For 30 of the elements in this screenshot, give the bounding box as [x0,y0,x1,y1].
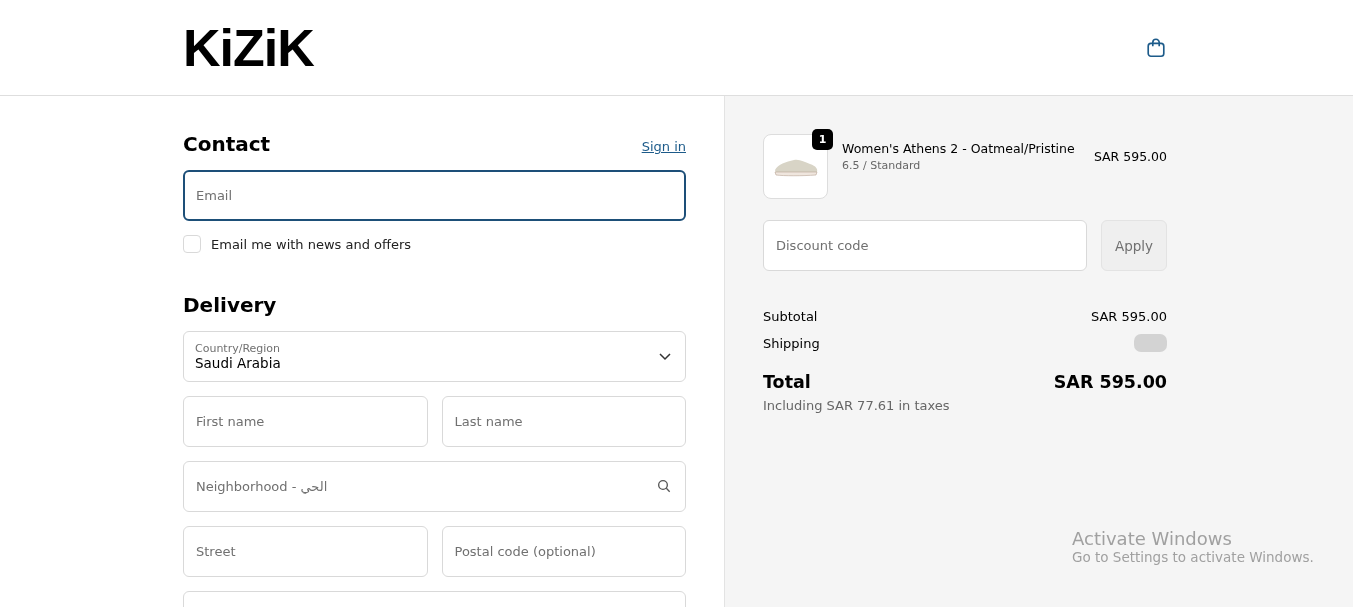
quantity-badge: 1 [812,129,833,150]
activation-title: Activate Windows [1072,528,1233,549]
sign-in-link[interactable]: Sign in [641,139,686,154]
search-icon [656,478,672,494]
discount-code-field[interactable]: Discount code [763,220,1087,271]
chevron-down-icon [659,352,671,361]
text-field[interactable]: Last name [441,396,686,447]
subtotal-label: Subtotal [763,309,818,324]
checkbox[interactable] [183,235,201,253]
total-value: SAR 595.00 [1053,372,1167,392]
checkbox-label: Email me with news and offers [211,236,412,252]
tax-note: Including SAR 77.61 in taxes [763,398,951,413]
text-field[interactable]: Street [183,526,428,577]
text-field[interactable]: First name [183,396,428,447]
neighborhood-search-field[interactable]: Neighborhood - الحي [183,461,686,512]
section-heading: Delivery [183,293,277,317]
email-field[interactable]: Email [183,170,686,221]
country-select[interactable]: Country/Region Saudi Arabia [183,331,686,382]
product-name: Women's Athens 2 - Oatmeal/Pristine [842,141,1076,156]
product-price: SAR 595.00 [1093,149,1167,164]
subtotal-value: SAR 595.00 [1090,309,1167,324]
product-variant: 6.5 / Standard [842,159,922,172]
total-label: Total [763,372,811,392]
shopping-bag-icon[interactable] [1145,36,1167,59]
section-heading: Contact [183,132,271,156]
brand-logo[interactable]: KiZiK [183,21,314,74]
activation-message: Go to Settings to activate Windows. [1072,549,1314,565]
apply-button[interactable]: Apply [1101,220,1167,271]
shipping-label: Shipping [763,335,820,351]
text-field[interactable]: Postal code (optional) [441,526,686,577]
